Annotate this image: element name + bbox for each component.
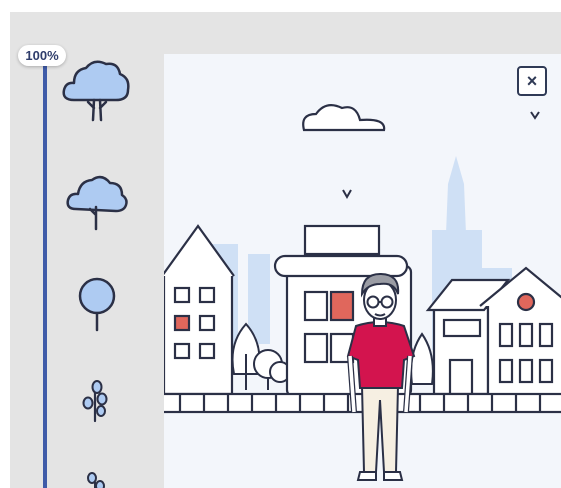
small-tree-icon[interactable]: [75, 274, 120, 334]
sprout-icon[interactable]: [82, 470, 108, 488]
city-illustration: [164, 103, 561, 481]
app-frame: 100% ×: [10, 12, 561, 488]
bird: [530, 111, 540, 120]
progress-badge: 100%: [18, 45, 66, 66]
sapling-icon[interactable]: [80, 377, 110, 425]
medium-tree-icon[interactable]: [62, 167, 132, 237]
progress-track: [43, 60, 47, 488]
right-houses: [425, 266, 561, 398]
bird: [342, 189, 352, 200]
large-tree-icon[interactable]: [60, 56, 135, 128]
city-scene: ×: [164, 54, 561, 488]
close-button[interactable]: ×: [517, 66, 547, 96]
cloud: [302, 103, 386, 132]
